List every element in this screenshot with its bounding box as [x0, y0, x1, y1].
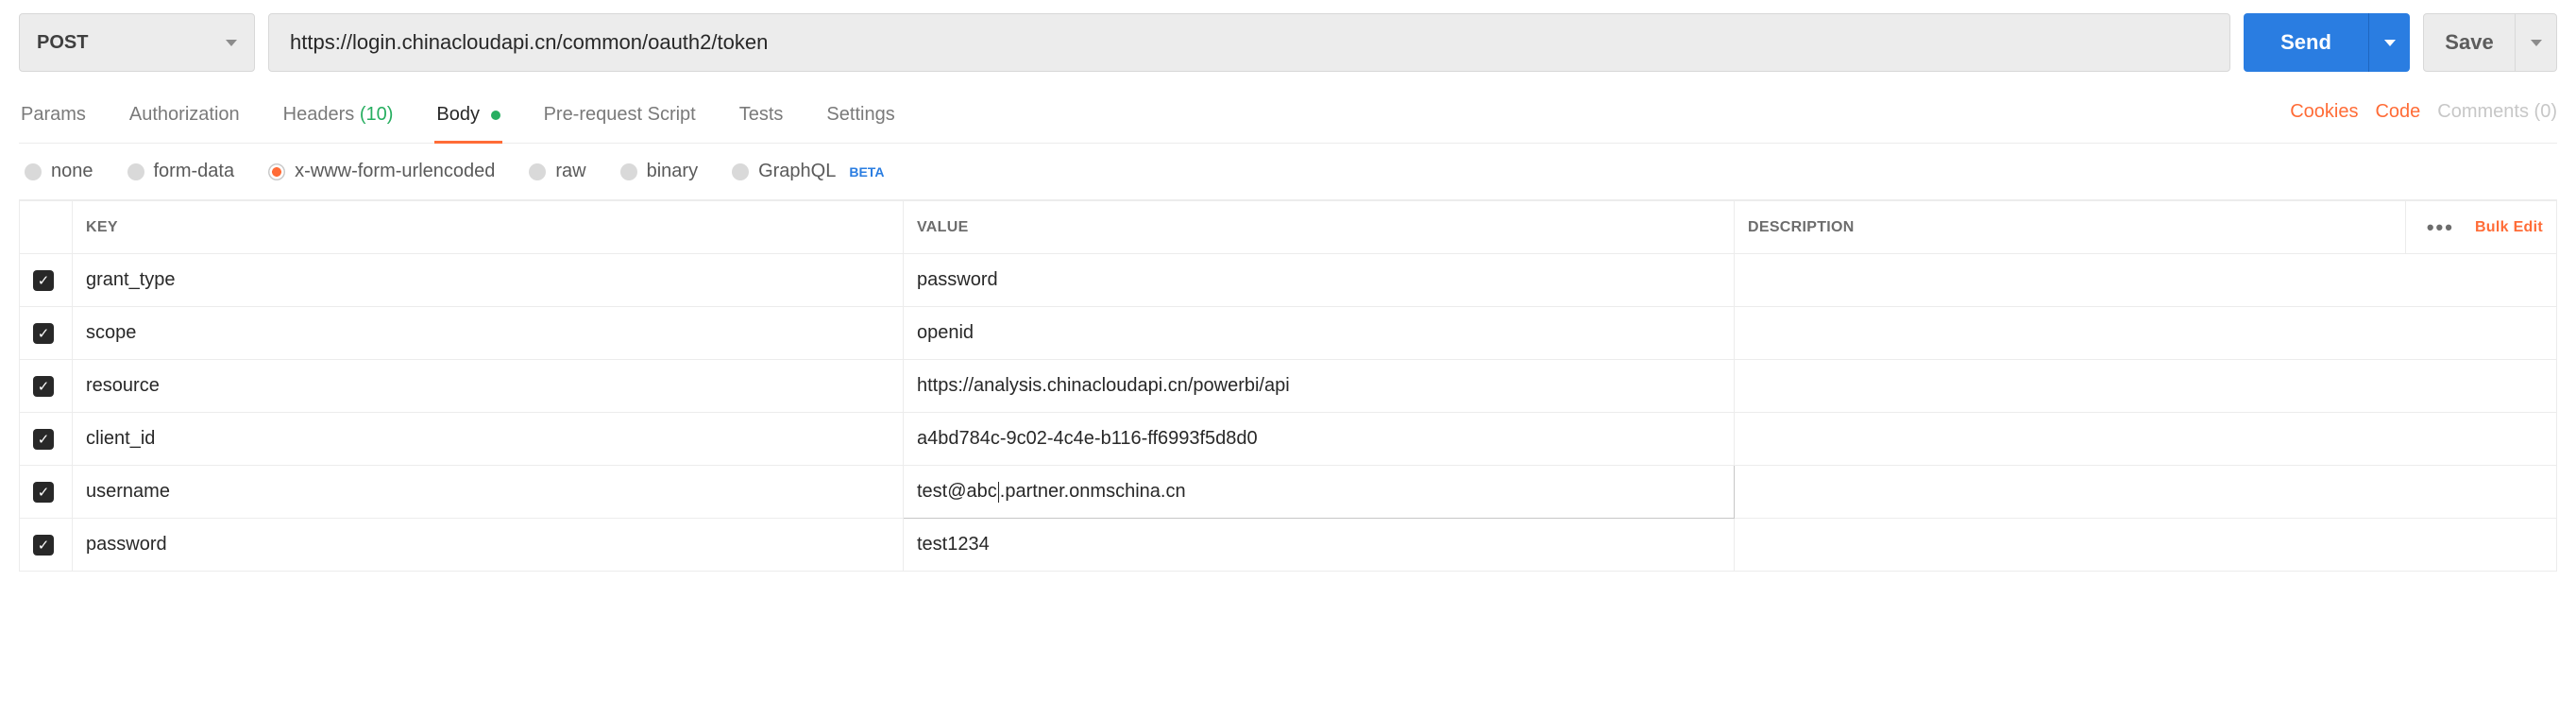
url-input[interactable]	[268, 13, 2230, 72]
code-link[interactable]: Code	[2375, 101, 2420, 123]
body-type-graphql[interactable]: GraphQL BETA	[732, 161, 884, 182]
param-value-cell[interactable]: password	[904, 254, 1735, 307]
body-type-none[interactable]: none	[25, 161, 93, 182]
column-header-value: VALUE	[904, 201, 1735, 254]
tab-headers-count: (10)	[360, 104, 394, 125]
more-icon[interactable]: •••	[2427, 215, 2454, 240]
tab-body-label: Body	[436, 104, 480, 125]
radio-icon	[127, 163, 144, 180]
save-button-group: Save	[2423, 13, 2557, 72]
send-button-group: Send	[2244, 13, 2410, 72]
tab-headers-label: Headers	[283, 104, 355, 125]
radio-icon	[25, 163, 42, 180]
param-description-cell[interactable]	[1735, 466, 2557, 519]
param-key-cell[interactable]: resource	[73, 360, 904, 413]
body-type-binary[interactable]: binary	[620, 161, 698, 182]
send-button[interactable]: Send	[2244, 13, 2368, 72]
body-type-label: none	[51, 161, 93, 182]
tab-params[interactable]: Params	[19, 94, 88, 143]
column-header-actions: ••• Bulk Edit	[2406, 201, 2557, 254]
row-checkbox-cell[interactable]: ✓	[20, 413, 73, 466]
checkbox-icon: ✓	[33, 323, 54, 344]
param-value-cell[interactable]: https://analysis.chinacloudapi.cn/powerb…	[904, 360, 1735, 413]
table-row: ✓ grant_typepassword	[20, 254, 2557, 307]
body-modified-dot-icon	[491, 111, 500, 120]
row-checkbox-cell[interactable]: ✓	[20, 519, 73, 572]
param-key-cell[interactable]: password	[73, 519, 904, 572]
radio-icon	[620, 163, 637, 180]
body-params-table: KEY VALUE DESCRIPTION ••• Bulk Edit ✓ gra…	[19, 200, 2557, 572]
checkbox-icon: ✓	[33, 535, 54, 556]
radio-icon	[529, 163, 546, 180]
method-select[interactable]: POST	[19, 13, 255, 72]
radio-icon	[268, 163, 285, 180]
param-value-cell[interactable]: a4bd784c-9c02-4c4e-b116-ff6993f5d8d0	[904, 413, 1735, 466]
request-tabs: Params Authorization Headers (10) Body P…	[19, 94, 2557, 144]
param-value-cell[interactable]: openid	[904, 307, 1735, 360]
param-description-cell[interactable]	[1735, 254, 2557, 307]
param-value-cell[interactable]: test1234	[904, 519, 1735, 572]
param-description-cell[interactable]	[1735, 519, 2557, 572]
cookies-link[interactable]: Cookies	[2290, 101, 2358, 123]
tab-settings[interactable]: Settings	[824, 94, 896, 143]
checkbox-icon: ✓	[33, 270, 54, 291]
tab-prerequest[interactable]: Pre-request Script	[542, 94, 698, 143]
param-description-cell[interactable]	[1735, 360, 2557, 413]
beta-badge: BETA	[849, 164, 884, 180]
column-header-checkbox	[20, 201, 73, 254]
param-description-cell[interactable]	[1735, 307, 2557, 360]
request-bar: POST Send Save	[19, 13, 2557, 72]
body-type-urlencoded[interactable]: x-www-form-urlencoded	[268, 161, 495, 182]
bulk-edit-link[interactable]: Bulk Edit	[2475, 219, 2543, 236]
chevron-down-icon	[2384, 40, 2396, 46]
table-row: ✓ client_ida4bd784c-9c02-4c4e-b116-ff6993…	[20, 413, 2557, 466]
body-type-label: raw	[555, 161, 585, 182]
param-key-cell[interactable]: username	[73, 466, 904, 519]
checkbox-icon: ✓	[33, 482, 54, 503]
table-row: ✓ usernametest@abc.partner.onmschina.cn	[20, 466, 2557, 519]
body-type-selector: none form-data x-www-form-urlencoded raw…	[19, 144, 2557, 200]
param-key-cell[interactable]: scope	[73, 307, 904, 360]
send-dropdown-button[interactable]	[2368, 13, 2410, 72]
param-value-cell[interactable]: test@abc.partner.onmschina.cn	[904, 466, 1735, 519]
row-checkbox-cell[interactable]: ✓	[20, 360, 73, 413]
tab-authorization[interactable]: Authorization	[127, 94, 242, 143]
column-header-description: DESCRIPTION	[1735, 201, 2406, 254]
tab-tests[interactable]: Tests	[737, 94, 786, 143]
save-button[interactable]: Save	[2423, 13, 2516, 72]
chevron-down-icon	[226, 40, 237, 46]
radio-icon	[732, 163, 749, 180]
save-dropdown-button[interactable]	[2516, 13, 2557, 72]
body-type-label: binary	[647, 161, 698, 182]
table-row: ✓ scopeopenid	[20, 307, 2557, 360]
body-type-formdata[interactable]: form-data	[127, 161, 235, 182]
tab-headers[interactable]: Headers (10)	[281, 94, 396, 143]
method-label: POST	[37, 32, 88, 54]
checkbox-icon: ✓	[33, 376, 54, 397]
checkbox-icon: ✓	[33, 429, 54, 450]
body-type-label: GraphQL	[758, 161, 836, 182]
body-type-label: x-www-form-urlencoded	[295, 161, 495, 182]
table-row: ✓ resourcehttps://analysis.chinacloudapi.…	[20, 360, 2557, 413]
row-checkbox-cell[interactable]: ✓	[20, 254, 73, 307]
comments-link[interactable]: Comments (0)	[2437, 101, 2557, 123]
body-type-label: form-data	[154, 161, 235, 182]
row-checkbox-cell[interactable]: ✓	[20, 307, 73, 360]
param-key-cell[interactable]: grant_type	[73, 254, 904, 307]
param-key-cell[interactable]: client_id	[73, 413, 904, 466]
body-type-raw[interactable]: raw	[529, 161, 585, 182]
table-row: ✓ passwordtest1234	[20, 519, 2557, 572]
column-header-key: KEY	[73, 201, 904, 254]
chevron-down-icon	[2531, 40, 2542, 46]
param-description-cell[interactable]	[1735, 413, 2557, 466]
tab-body[interactable]: Body	[434, 94, 501, 143]
row-checkbox-cell[interactable]: ✓	[20, 466, 73, 519]
